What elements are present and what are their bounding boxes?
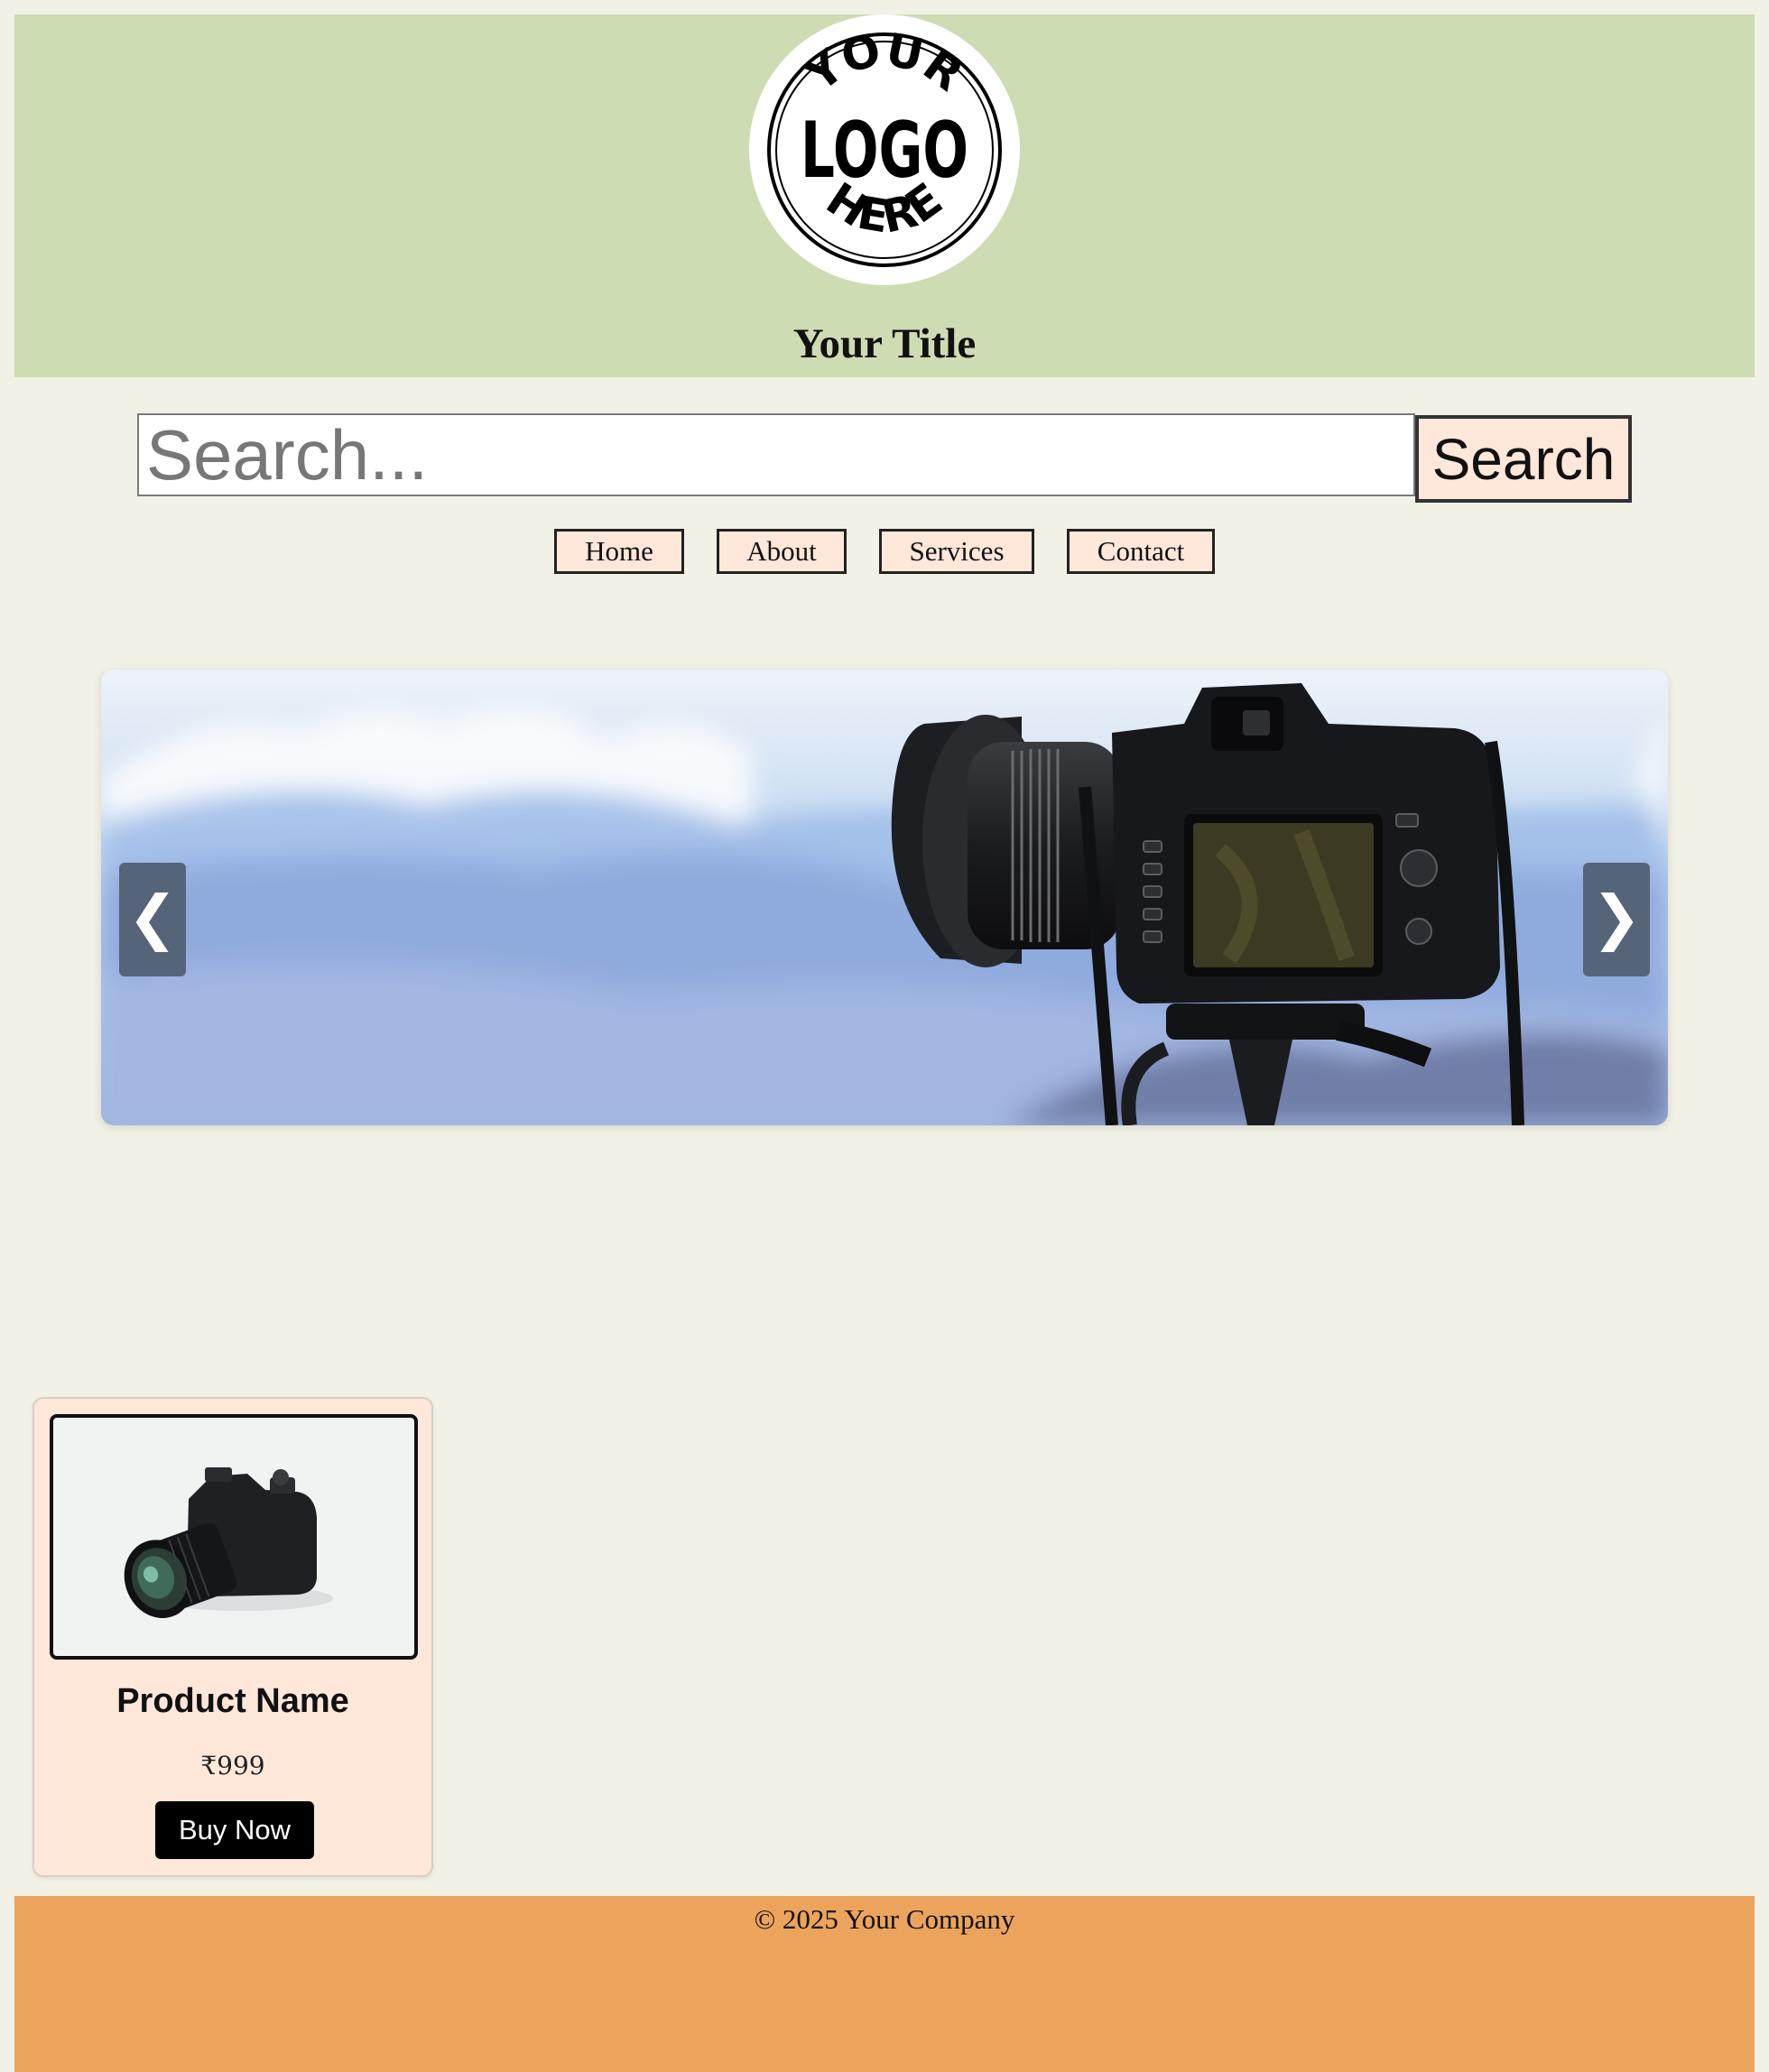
logo-text-middle: LOGO	[801, 106, 968, 196]
search-input[interactable]	[137, 413, 1415, 496]
nav-home-button[interactable]: Home	[554, 529, 684, 574]
camera-icon	[124, 1467, 333, 1619]
page-title: Your Title	[792, 320, 977, 367]
product-price: ₹999	[200, 1751, 265, 1781]
product-card: Product Name ₹999 Buy Now	[32, 1397, 433, 1877]
nav-contact-button[interactable]: Contact	[1067, 529, 1215, 574]
logo-badge-icon: YOUR LOGO HERE	[767, 23, 1002, 267]
buy-now-button[interactable]: Buy Now	[155, 1801, 314, 1859]
hero-carousel: ❮ ❯	[101, 670, 1668, 1125]
site-header: YOUR LOGO HERE Your Title	[14, 14, 1755, 377]
nav-services-button[interactable]: Services	[879, 529, 1034, 574]
carousel-prev-button[interactable]: ❮	[119, 863, 186, 976]
product-name: Product Name	[116, 1682, 349, 1720]
footer-copyright: © 2025 Your Company	[754, 1903, 1015, 1935]
site-logo[interactable]: YOUR LOGO HERE	[749, 14, 1020, 285]
carousel-slide-image	[101, 670, 1668, 1125]
search-button[interactable]: Search	[1415, 415, 1632, 503]
product-image[interactable]	[50, 1414, 418, 1660]
nav-about-button[interactable]: About	[717, 529, 847, 574]
site-footer: © 2025 Your Company	[14, 1896, 1755, 2072]
carousel-next-button[interactable]: ❯	[1583, 863, 1650, 976]
